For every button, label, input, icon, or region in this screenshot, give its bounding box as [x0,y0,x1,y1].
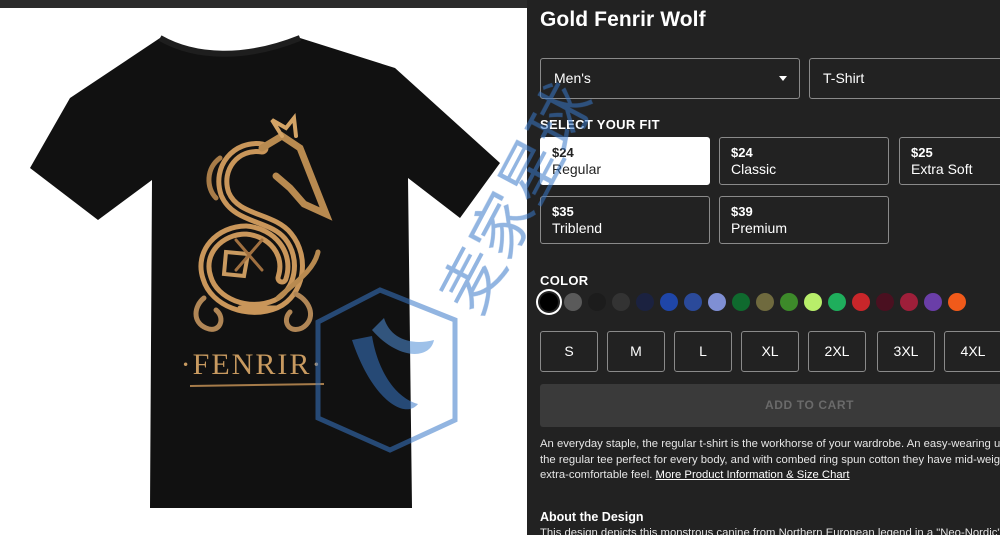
artwork-text: ·FENRIR· [181,348,324,381]
color-swatch-1[interactable] [540,293,558,311]
tshirt-illustration: ·FENRIR· [30,35,500,508]
color-swatch-16[interactable] [900,293,918,311]
color-swatch-11[interactable] [780,293,798,311]
fit-option-extra-soft[interactable]: $25 Extra Soft [899,137,1000,185]
color-swatch-3[interactable] [588,293,606,311]
product-title: Gold Fenrir Wolf [540,8,706,31]
description-text: extra-comfortable feel. [540,469,653,481]
color-swatch-17[interactable] [924,293,942,311]
color-swatch-13[interactable] [828,293,846,311]
fit-name: Classic [731,161,777,177]
fit-price: $35 [552,204,574,219]
size-button-xl[interactable]: XL [741,331,799,372]
fit-price: $24 [731,145,753,160]
color-swatch-5[interactable] [636,293,654,311]
gender-select[interactable]: Men's [540,58,800,99]
about-design-text: This design depicts this monstrous canin… [540,527,1000,535]
color-swatch-2[interactable] [564,293,582,311]
color-swatch-14[interactable] [852,293,870,311]
description-line: the regular tee perfect for every body, … [540,453,1000,466]
color-swatch-10[interactable] [756,293,774,311]
fit-option-regular[interactable]: $24 Regular [540,137,710,185]
fit-name: Premium [731,220,788,236]
tshirt-shape [30,38,500,508]
fit-section-label: SELECT YOUR FIT [540,117,660,132]
product-image[interactable]: ·FENRIR· [0,8,527,535]
size-button-l[interactable]: L [674,331,732,372]
product-info-link[interactable]: More Product Information & Size Chart [656,469,850,481]
color-swatch-6[interactable] [660,293,678,311]
size-button-m[interactable]: M [607,331,665,372]
description-line: An everyday staple, the regular t-shirt … [540,438,1000,450]
color-swatch-7[interactable] [684,293,702,311]
fit-name: Triblend [552,220,603,236]
product-description: An everyday staple, the regular t-shirt … [540,437,1000,484]
size-button-s[interactable]: S [540,331,598,372]
fit-option-classic[interactable]: $24 Classic [719,137,889,185]
fit-option-premium[interactable]: $39 Premium [719,196,889,244]
size-button-4xl[interactable]: 4XL [944,331,1000,372]
gender-select-value: Men's [554,70,591,86]
fit-price: $24 [552,145,574,160]
fit-option-triblend[interactable]: $35 Triblend [540,196,710,244]
fit-name: Extra Soft [911,161,973,177]
color-swatch-8[interactable] [708,293,726,311]
color-swatch-15[interactable] [876,293,894,311]
description-line-3: extra-comfortable feel. More Product Inf… [540,468,1000,484]
color-swatch-12[interactable] [804,293,822,311]
top-bar [0,0,527,8]
product-type-value: T-Shirt [823,70,865,86]
size-button-2xl[interactable]: 2XL [808,331,866,372]
color-swatch-18[interactable] [948,293,966,311]
add-to-cart-button[interactable]: ADD TO CART [540,384,1000,427]
product-detail-panel: Gold Fenrir Wolf Men's T-Shirt SELECT YO… [527,0,1000,535]
fit-name: Regular [552,161,602,177]
size-button-3xl[interactable]: 3XL [877,331,935,372]
color-swatch-4[interactable] [612,293,630,311]
about-design-heading: About the Design [540,510,644,524]
product-type-select[interactable]: T-Shirt [809,58,1000,99]
fit-price: $25 [911,145,933,160]
fit-price: $39 [731,204,753,219]
chevron-down-icon [779,76,787,81]
color-swatch-9[interactable] [732,293,750,311]
color-section-label: COLOR [540,273,589,288]
